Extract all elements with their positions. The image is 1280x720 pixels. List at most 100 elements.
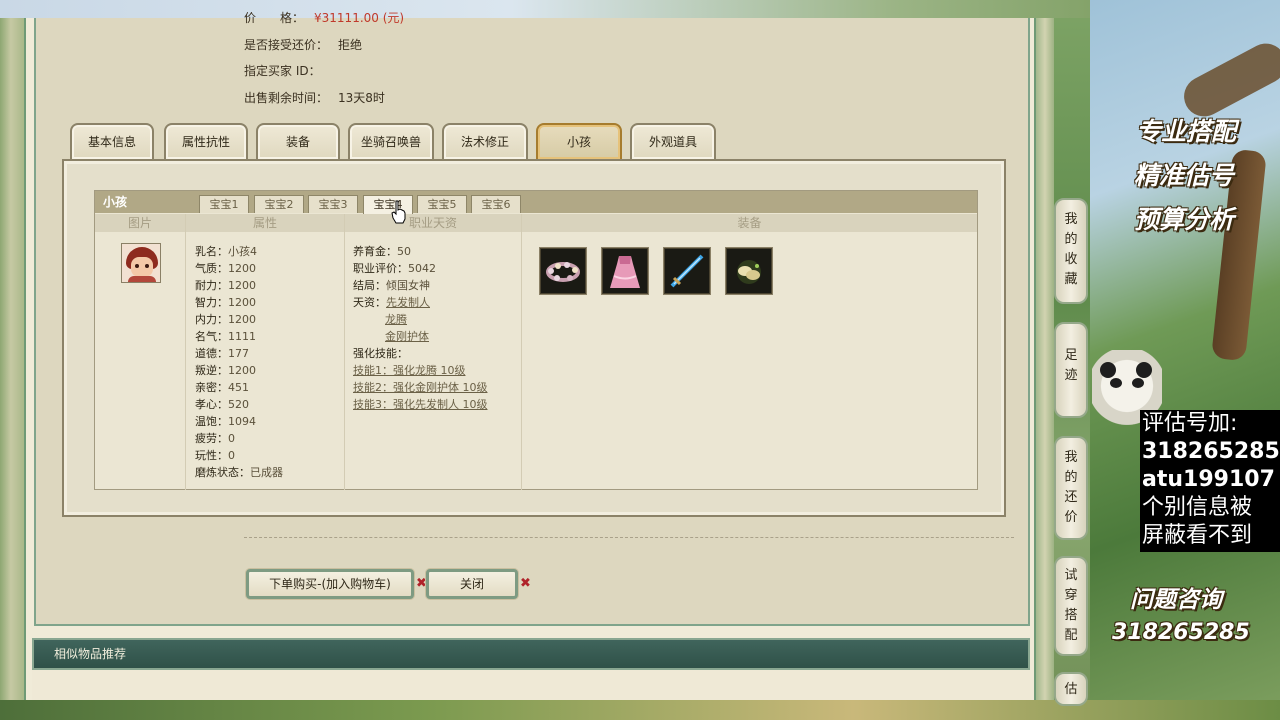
skill-row: 技能2：强化金刚护体 10级 <box>353 379 488 396</box>
rating-row: 职业评价：5042 <box>353 262 436 275</box>
attr-row: 叛逆：1200 <box>195 364 256 377</box>
column-divider <box>185 214 186 490</box>
recommendations-bar: 相似物品推荐 <box>32 638 1030 670</box>
consult-label: 问题咨询 <box>1130 587 1222 613</box>
side-tab-estimate[interactable]: 估 <box>1054 672 1088 706</box>
window-frame-left <box>0 18 24 700</box>
talent-list: 养育金：50 职业评价：5042 结局：倾国女神 天资：先发制人 龙腾 金刚护体… <box>353 243 488 413</box>
skill-row: 技能3：强化先发制人 10级 <box>353 396 488 413</box>
price-row: 价 格： ¥31111.00 (元) <box>244 11 405 25</box>
talent-link[interactable]: 先发制人 <box>386 296 430 309</box>
contact-line-4: 个别信息被 <box>1142 495 1253 520</box>
child-panel-title: 小孩 <box>103 195 128 209</box>
skill-link[interactable]: 技能2：强化金刚护体 10级 <box>353 381 488 394</box>
column-header-image: 图片 <box>95 214 185 232</box>
pink-dress-icon[interactable] <box>601 247 649 295</box>
attribute-list: 乳名：小孩4 气质：1200 耐力：1200 智力：1200 内力：1200 名… <box>195 243 283 481</box>
remaining-time-value: 13天8时 <box>338 91 385 105</box>
contact-line-5: 屏蔽看不到 <box>1142 523 1253 548</box>
attr-row: 乳名：小孩4 <box>195 245 257 258</box>
background-sky <box>0 0 1280 18</box>
consult-number: 318265285 <box>1112 620 1250 645</box>
attr-row: 磨炼状态：已成器 <box>195 466 283 479</box>
attr-row: 名气：1111 <box>195 330 256 343</box>
tab-equipment[interactable]: 装备 <box>256 123 340 159</box>
subtab-baby-3[interactable]: 宝宝3 <box>308 195 358 213</box>
attr-row: 智力：1200 <box>195 296 256 309</box>
skill-link[interactable]: 技能1：强化龙腾 10级 <box>353 364 466 377</box>
price-value: ¥31111.00 (元) <box>314 11 405 25</box>
close-mark-icon: ✖ <box>520 576 531 591</box>
subtab-baby-6[interactable]: 宝宝6 <box>471 195 521 213</box>
close-button[interactable]: 关闭 <box>426 569 518 599</box>
attr-row: 耐力：1200 <box>195 279 256 292</box>
attr-row: 孝心：520 <box>195 398 249 411</box>
subtab-baby-5[interactable]: 宝宝5 <box>417 195 467 213</box>
skill-link[interactable]: 技能3：强化先发制人 10级 <box>353 398 488 411</box>
recommendations-body <box>32 670 1030 700</box>
subtab-baby-2[interactable]: 宝宝2 <box>254 195 304 213</box>
ending-row: 结局：倾国女神 <box>353 279 430 292</box>
promo-line-2: 精准估号 <box>1134 161 1235 190</box>
attr-row: 内力：1200 <box>195 313 256 326</box>
child-avatar <box>121 243 161 283</box>
background-ground <box>0 700 1280 720</box>
tab-appearance[interactable]: 外观道具 <box>630 123 716 159</box>
main-panel: 价 格： ¥31111.00 (元) 是否接受还价： 拒绝 指定买家 ID： 出售剩… <box>34 11 1030 626</box>
column-header-talents: 职业天资 <box>345 214 521 232</box>
attr-row: 道德：177 <box>195 347 249 360</box>
recommendations-title: 相似物品推荐 <box>54 647 127 661</box>
contact-line-2: 318265285 <box>1142 439 1280 464</box>
contact-box: 评估号加: 318265285 atu199107 个别信息被 屏蔽看不到 <box>1140 410 1280 552</box>
tab-basic-info[interactable]: 基本信息 <box>70 123 154 159</box>
side-tab-try-on[interactable]: 试穿搭配 <box>1054 556 1088 656</box>
tab-mounts-pets[interactable]: 坐骑召唤兽 <box>348 123 434 159</box>
talent-link[interactable]: 龙腾 <box>385 313 407 326</box>
buy-add-to-cart-button[interactable]: 下单购买-(加入购物车) <box>246 569 414 599</box>
side-tab-favorites[interactable]: 我的收藏 <box>1054 198 1088 304</box>
attr-row: 温饱：1094 <box>195 415 256 428</box>
tab-attributes[interactable]: 属性抗性 <box>164 123 248 159</box>
tab-children[interactable]: 小孩 <box>536 123 622 159</box>
divider <box>244 537 1014 538</box>
column-header-attributes: 属性 <box>186 214 344 232</box>
promo-line-1: 专业搭配 <box>1136 117 1237 146</box>
buyer-id-label: 指定买家 ID： <box>244 64 321 78</box>
window-frame-right <box>1036 18 1054 700</box>
hand-cursor-icon <box>391 200 406 224</box>
tab-content: 小孩 宝宝1 宝宝2 宝宝3 宝宝4 宝宝5 宝宝6 图片 属性 职业天资 装备 <box>62 159 1006 517</box>
support-row: 养育金：50 <box>353 245 411 258</box>
jade-charm-icon[interactable] <box>725 247 773 295</box>
column-divider <box>344 214 345 490</box>
item-detail-page: 价 格： ¥31111.00 (元) 是否接受还价： 拒绝 指定买家 ID： 出售剩… <box>24 11 1036 700</box>
talent-row: 天资：先发制人 <box>353 296 430 309</box>
talent-link[interactable]: 金刚护体 <box>385 330 429 343</box>
contact-line-3: atu199107 <box>1142 467 1275 492</box>
buyer-id-row: 指定买家 ID： <box>244 62 321 79</box>
remaining-time-label: 出售剩余时间： <box>244 91 329 105</box>
side-tab-history[interactable]: 足迹 <box>1054 322 1088 418</box>
child-panel: 小孩 宝宝1 宝宝2 宝宝3 宝宝4 宝宝5 宝宝6 图片 属性 职业天资 装备 <box>94 190 978 490</box>
column-header-equipment: 装备 <box>522 214 977 232</box>
accept-counter-row: 是否接受还价： 拒绝 <box>244 36 362 53</box>
tab-spell-mods[interactable]: 法术修正 <box>442 123 528 159</box>
accept-counter-label: 是否接受还价： <box>244 38 329 52</box>
flower-wreath-icon[interactable] <box>539 247 587 295</box>
blue-sword-icon[interactable] <box>663 247 711 295</box>
child-panel-header: 小孩 宝宝1 宝宝2 宝宝3 宝宝4 宝宝5 宝宝6 <box>95 191 977 214</box>
subtab-baby-1[interactable]: 宝宝1 <box>199 195 249 213</box>
promo-line-3: 预算分析 <box>1134 205 1235 234</box>
talent-row: 金刚护体 <box>353 328 488 345</box>
attr-row: 亲密：451 <box>195 381 249 394</box>
skill-row: 技能1：强化龙腾 10级 <box>353 362 488 379</box>
column-divider <box>521 214 522 490</box>
attr-row: 疲劳：0 <box>195 432 235 445</box>
attr-row: 气质：1200 <box>195 262 256 275</box>
attr-row: 玩性：0 <box>195 449 235 462</box>
remaining-time-row: 出售剩余时间： 13天8时 <box>244 89 385 106</box>
accept-counter-value: 拒绝 <box>338 38 363 52</box>
talent-row: 龙腾 <box>353 311 488 328</box>
skills-label-row: 强化技能： <box>353 347 408 360</box>
side-tab-my-offers[interactable]: 我的还价 <box>1054 436 1088 540</box>
contact-line-1: 评估号加: <box>1142 411 1238 436</box>
